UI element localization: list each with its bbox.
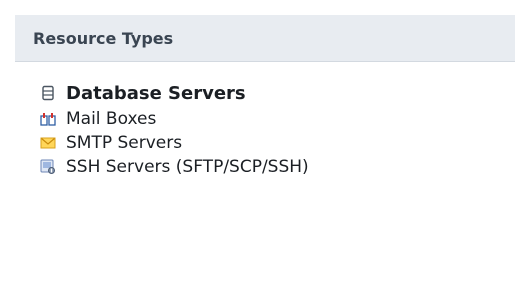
panel-header: Resource Types [15, 15, 515, 62]
envelope-icon [40, 135, 56, 151]
resource-type-item-ssh-servers[interactable]: SSH Servers (SFTP/SCP/SSH) [40, 155, 309, 179]
mailbox-icon [40, 111, 56, 127]
ssh-server-icon [40, 159, 56, 175]
resource-type-label: Mail Boxes [66, 109, 157, 129]
resource-type-label: SMTP Servers [66, 133, 183, 153]
resource-type-list: Database Servers Mail Boxes SMTP Servers… [40, 79, 309, 179]
resource-type-item-smtp-servers[interactable]: SMTP Servers [40, 131, 309, 155]
resource-type-item-database-servers[interactable]: Database Servers [40, 79, 309, 107]
database-icon [40, 85, 56, 101]
panel-title: Resource Types [33, 28, 174, 48]
resource-types-panel: Resource Types Database Servers Mail Box… [15, 15, 515, 296]
resource-type-label: Database Servers [66, 82, 246, 104]
resource-type-label: SSH Servers (SFTP/SCP/SSH) [66, 157, 309, 177]
resource-type-item-mail-boxes[interactable]: Mail Boxes [40, 107, 309, 131]
